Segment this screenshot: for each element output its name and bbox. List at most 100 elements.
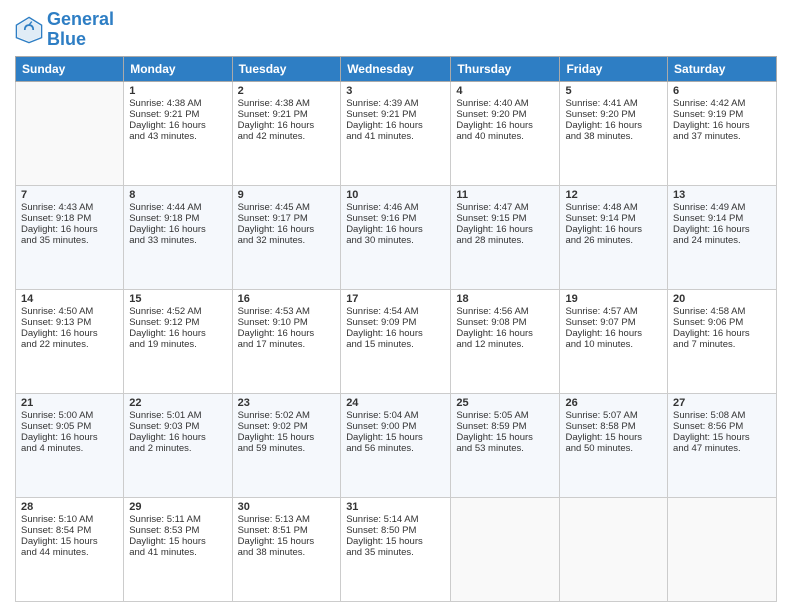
col-header-saturday: Saturday (668, 56, 777, 81)
day-info-line: Sunrise: 4:42 AM (673, 98, 771, 109)
day-info-line: and 19 minutes. (129, 339, 226, 350)
col-header-wednesday: Wednesday (341, 56, 451, 81)
day-info-line: Sunrise: 4:45 AM (238, 202, 336, 213)
day-info-line: and 10 minutes. (565, 339, 662, 350)
day-info-line: Sunset: 9:20 PM (456, 109, 554, 120)
day-info-line: Sunset: 9:14 PM (673, 213, 771, 224)
day-info-line: Sunrise: 4:38 AM (129, 98, 226, 109)
day-number: 29 (129, 501, 226, 513)
day-info-line: Daylight: 16 hours (129, 120, 226, 131)
day-cell: 7Sunrise: 4:43 AMSunset: 9:18 PMDaylight… (16, 185, 124, 289)
day-info-line: and 40 minutes. (456, 131, 554, 142)
day-info-line: Sunset: 9:17 PM (238, 213, 336, 224)
day-cell: 13Sunrise: 4:49 AMSunset: 9:14 PMDayligh… (668, 185, 777, 289)
day-info-line: Sunrise: 5:11 AM (129, 514, 226, 525)
day-info-line: and 35 minutes. (346, 547, 445, 558)
day-info-line: Sunset: 9:05 PM (21, 421, 118, 432)
day-info-line: Daylight: 15 hours (129, 536, 226, 547)
day-cell: 1Sunrise: 4:38 AMSunset: 9:21 PMDaylight… (124, 81, 232, 185)
day-info-line: and 30 minutes. (346, 235, 445, 246)
day-info-line: Sunrise: 4:58 AM (673, 306, 771, 317)
day-info-line: Daylight: 16 hours (238, 224, 336, 235)
day-number: 2 (238, 85, 336, 97)
day-info-line: Sunset: 9:21 PM (346, 109, 445, 120)
day-info-line: Sunrise: 5:05 AM (456, 410, 554, 421)
day-info-line: and 42 minutes. (238, 131, 336, 142)
page: General Blue SundayMondayTuesdayWednesda… (0, 0, 792, 612)
day-info-line: Sunrise: 4:52 AM (129, 306, 226, 317)
day-number: 26 (565, 397, 662, 409)
col-header-tuesday: Tuesday (232, 56, 341, 81)
day-info-line: Sunrise: 5:14 AM (346, 514, 445, 525)
day-info-line: Daylight: 16 hours (673, 120, 771, 131)
day-info-line: Sunrise: 5:04 AM (346, 410, 445, 421)
day-info-line: and 32 minutes. (238, 235, 336, 246)
day-info-line: Sunset: 9:08 PM (456, 317, 554, 328)
day-info-line: Daylight: 15 hours (238, 536, 336, 547)
day-info-line: Sunset: 9:02 PM (238, 421, 336, 432)
col-header-sunday: Sunday (16, 56, 124, 81)
day-number: 18 (456, 293, 554, 305)
day-number: 5 (565, 85, 662, 97)
day-info-line: Sunset: 8:58 PM (565, 421, 662, 432)
day-info-line: and 50 minutes. (565, 443, 662, 454)
day-cell: 26Sunrise: 5:07 AMSunset: 8:58 PMDayligh… (560, 393, 668, 497)
day-info-line: and 43 minutes. (129, 131, 226, 142)
day-info-line: Sunset: 8:59 PM (456, 421, 554, 432)
day-info-line: Daylight: 16 hours (456, 328, 554, 339)
day-cell: 28Sunrise: 5:10 AMSunset: 8:54 PMDayligh… (16, 497, 124, 601)
day-info-line: and 37 minutes. (673, 131, 771, 142)
day-cell: 11Sunrise: 4:47 AMSunset: 9:15 PMDayligh… (451, 185, 560, 289)
day-info-line: Daylight: 16 hours (129, 224, 226, 235)
day-info-line: Sunrise: 4:43 AM (21, 202, 118, 213)
day-number: 17 (346, 293, 445, 305)
day-cell (16, 81, 124, 185)
day-cell: 8Sunrise: 4:44 AMSunset: 9:18 PMDaylight… (124, 185, 232, 289)
day-cell: 5Sunrise: 4:41 AMSunset: 9:20 PMDaylight… (560, 81, 668, 185)
day-number: 30 (238, 501, 336, 513)
col-header-friday: Friday (560, 56, 668, 81)
day-info-line: and 38 minutes. (565, 131, 662, 142)
day-number: 25 (456, 397, 554, 409)
day-cell: 22Sunrise: 5:01 AMSunset: 9:03 PMDayligh… (124, 393, 232, 497)
week-row-4: 21Sunrise: 5:00 AMSunset: 9:05 PMDayligh… (16, 393, 777, 497)
day-info-line: and 22 minutes. (21, 339, 118, 350)
day-number: 8 (129, 189, 226, 201)
day-info-line: Daylight: 16 hours (565, 328, 662, 339)
day-info-line: Daylight: 16 hours (238, 120, 336, 131)
day-info-line: Sunset: 9:03 PM (129, 421, 226, 432)
day-cell: 25Sunrise: 5:05 AMSunset: 8:59 PMDayligh… (451, 393, 560, 497)
day-cell: 10Sunrise: 4:46 AMSunset: 9:16 PMDayligh… (341, 185, 451, 289)
day-cell: 12Sunrise: 4:48 AMSunset: 9:14 PMDayligh… (560, 185, 668, 289)
day-info-line: Daylight: 15 hours (238, 432, 336, 443)
day-info-line: and 33 minutes. (129, 235, 226, 246)
day-cell: 24Sunrise: 5:04 AMSunset: 9:00 PMDayligh… (341, 393, 451, 497)
day-info-line: Sunset: 8:54 PM (21, 525, 118, 536)
day-number: 23 (238, 397, 336, 409)
day-cell: 3Sunrise: 4:39 AMSunset: 9:21 PMDaylight… (341, 81, 451, 185)
day-info-line: Daylight: 16 hours (565, 120, 662, 131)
day-info-line: Sunrise: 4:38 AM (238, 98, 336, 109)
day-number: 15 (129, 293, 226, 305)
day-cell: 9Sunrise: 4:45 AMSunset: 9:17 PMDaylight… (232, 185, 341, 289)
day-number: 13 (673, 189, 771, 201)
day-info-line: Sunset: 9:15 PM (456, 213, 554, 224)
day-info-line: Sunset: 9:18 PM (21, 213, 118, 224)
day-info-line: Daylight: 16 hours (21, 432, 118, 443)
day-info-line: Daylight: 16 hours (456, 224, 554, 235)
day-number: 12 (565, 189, 662, 201)
header: General Blue (15, 10, 777, 50)
day-info-line: Sunrise: 4:39 AM (346, 98, 445, 109)
day-info-line: Daylight: 16 hours (456, 120, 554, 131)
day-cell: 4Sunrise: 4:40 AMSunset: 9:20 PMDaylight… (451, 81, 560, 185)
day-info-line: and 7 minutes. (673, 339, 771, 350)
day-info-line: Sunset: 9:00 PM (346, 421, 445, 432)
day-info-line: Sunrise: 4:40 AM (456, 98, 554, 109)
day-number: 28 (21, 501, 118, 513)
day-info-line: Daylight: 16 hours (565, 224, 662, 235)
col-header-monday: Monday (124, 56, 232, 81)
day-number: 10 (346, 189, 445, 201)
day-number: 19 (565, 293, 662, 305)
day-info-line: and 38 minutes. (238, 547, 336, 558)
day-info-line: Sunrise: 4:41 AM (565, 98, 662, 109)
